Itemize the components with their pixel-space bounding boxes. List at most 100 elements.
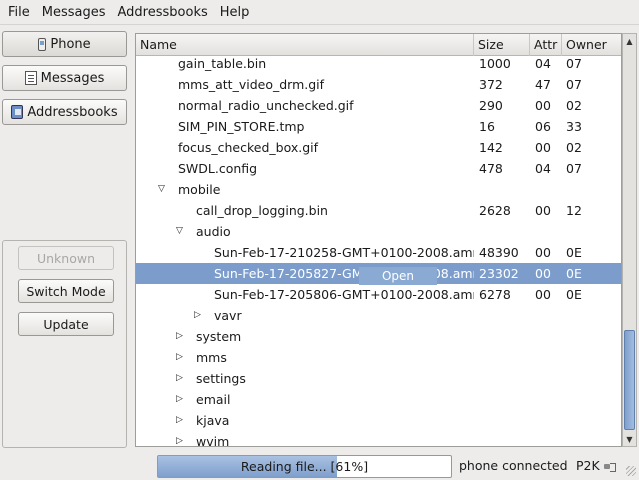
- tree-cell-name: Sun-Feb-17-210258-GMT+0100-2008.amr: [214, 245, 474, 260]
- tree-file-row[interactable]: Sun-Feb-17-210258-GMT+0100-2008.amr 48390…: [136, 242, 621, 263]
- tree-cell-attr: 04: [535, 56, 551, 71]
- tree-cell-size: 372: [479, 77, 503, 92]
- tree-cell-name: kjava: [196, 413, 230, 428]
- tree-cell-size: 1000: [479, 56, 511, 71]
- tree-cell-attr: 04: [535, 161, 551, 176]
- tree-folder-row[interactable]: ▽ audio: [136, 221, 621, 242]
- addressbook-icon: [11, 105, 24, 119]
- collapsed-arrow-icon[interactable]: ▷: [194, 305, 201, 326]
- collapsed-arrow-icon[interactable]: ▷: [176, 347, 183, 368]
- tree-cell-name: mobile: [178, 182, 221, 197]
- tree-cell-name: audio: [196, 224, 231, 239]
- read-progress-bar: Reading file... [61%]: [157, 455, 452, 478]
- tree-file-row[interactable]: gain_table.bin 1000 04 07: [136, 53, 621, 74]
- resize-grip-icon[interactable]: [626, 466, 636, 476]
- tree-cell-size: 478: [479, 161, 503, 176]
- tree-cell-name: wvim: [196, 434, 230, 447]
- tree-folder-row[interactable]: ▷ system: [136, 326, 621, 347]
- tree-cell-attr: 00: [535, 203, 551, 218]
- tree-cell-size: 48390: [479, 245, 519, 260]
- tree-cell-attr: 47: [535, 77, 551, 92]
- tree-cell-name: settings: [196, 371, 246, 386]
- tree-cell-name: vavr: [214, 308, 242, 323]
- tree-cell-size: 6278: [479, 287, 511, 302]
- messages-button[interactable]: Messages: [2, 65, 127, 91]
- phone-icon: [38, 37, 47, 51]
- collapsed-arrow-icon[interactable]: ▷: [176, 368, 183, 389]
- tree-cell-attr: 00: [535, 98, 551, 113]
- tree-cell-size: 142: [479, 140, 503, 155]
- expanded-arrow-icon[interactable]: ▽: [158, 179, 165, 200]
- collapsed-arrow-icon[interactable]: ▷: [176, 431, 183, 446]
- tree-cell-name: Sun-Feb-17-205806-GMT+0100-2008.amr: [214, 287, 474, 302]
- tree-file-row[interactable]: SWDL.config 478 04 07: [136, 158, 621, 179]
- tree-cell-owner: 0E: [566, 287, 582, 302]
- tree-folder-row[interactable]: ▷ email: [136, 389, 621, 410]
- plug-icon: [604, 461, 618, 472]
- collapsed-arrow-icon[interactable]: ▷: [176, 326, 183, 347]
- tree-cell-name: focus_checked_box.gif: [178, 140, 319, 155]
- tree-folder-row[interactable]: ▷ kjava: [136, 410, 621, 431]
- tree-folder-row[interactable]: ▷ vavr: [136, 305, 621, 326]
- tree-cell-name: SWDL.config: [178, 161, 258, 176]
- expanded-arrow-icon[interactable]: ▽: [176, 221, 183, 242]
- menu-bar: File Messages Addressbooks Help: [0, 0, 639, 25]
- tree-cell-size: 23302: [479, 266, 519, 281]
- addressbooks-button[interactable]: Addressbooks: [2, 99, 127, 125]
- tree-cell-name: mms_att_video_drm.gif: [178, 77, 325, 92]
- update-button[interactable]: Update: [18, 312, 114, 336]
- tree-folder-row[interactable]: ▷ settings: [136, 368, 621, 389]
- file-tree[interactable]: Name Size Attr Owner gain_table.bin 1000 0…: [135, 33, 622, 447]
- tree-folder-row[interactable]: ▷ wvim: [136, 431, 621, 447]
- tree-cell-owner: 07: [566, 56, 582, 71]
- scroll-down-icon[interactable]: ▼: [623, 432, 636, 446]
- unknown-button: Unknown: [18, 246, 114, 270]
- tree-folder-row[interactable]: ▷ mms: [136, 347, 621, 368]
- switch-mode-button[interactable]: Switch Mode: [18, 279, 114, 303]
- tree-cell-name: SIM_PIN_STORE.tmp: [178, 119, 305, 134]
- menu-file[interactable]: File: [2, 0, 36, 25]
- tree-cell-name: gain_table.bin: [178, 56, 267, 71]
- addressbooks-button-label: Addressbooks: [27, 104, 118, 120]
- tree-cell-attr: 00: [535, 245, 551, 260]
- tree-cell-attr: 06: [535, 119, 551, 134]
- open-popup[interactable]: Open: [359, 267, 437, 285]
- collapsed-arrow-icon[interactable]: ▷: [176, 410, 183, 431]
- tree-cell-attr: 00: [535, 287, 551, 302]
- tree-file-row[interactable]: Sun-Feb-17-205806-GMT+0100-2008.amr 6278 0…: [136, 284, 621, 305]
- mode-button-group: Unknown Switch Mode Update: [2, 240, 127, 448]
- tree-folder-row[interactable]: ▽ mobile: [136, 179, 621, 200]
- tree-cell-attr: 00: [535, 266, 551, 281]
- tree-cell-name: email: [196, 392, 231, 407]
- tree-cell-size: 290: [479, 98, 503, 113]
- tree-cell-name: call_drop_logging.bin: [196, 203, 328, 218]
- tree-scrollbar[interactable]: ▲ ▼: [622, 33, 637, 447]
- tree-cell-size: 16: [479, 119, 495, 134]
- tree-file-row[interactable]: normal_radio_unchecked.gif 290 00 02: [136, 95, 621, 116]
- menu-addressbooks[interactable]: Addressbooks: [112, 0, 214, 25]
- phone-button[interactable]: Phone: [2, 31, 127, 57]
- tree-cell-owner: 02: [566, 140, 582, 155]
- tree-file-row[interactable]: SIM_PIN_STORE.tmp 16 06 33: [136, 116, 621, 137]
- tree-file-row[interactable]: focus_checked_box.gif 142 00 02: [136, 137, 621, 158]
- tree-cell-owner: 07: [566, 161, 582, 176]
- tree-rows: gain_table.bin 1000 04 07 mms_att_video_drm.…: [136, 56, 621, 446]
- message-icon: [24, 71, 37, 85]
- collapsed-arrow-icon[interactable]: ▷: [176, 389, 183, 410]
- tree-cell-owner: 07: [566, 77, 582, 92]
- scroll-up-icon[interactable]: ▲: [623, 34, 636, 48]
- tree-cell-name: normal_radio_unchecked.gif: [178, 98, 354, 113]
- scrollbar-thumb[interactable]: [624, 330, 635, 430]
- connection-status: phone connected: [459, 458, 568, 473]
- tree-file-row[interactable]: mms_att_video_drm.gif 372 47 07: [136, 74, 621, 95]
- menu-help[interactable]: Help: [214, 0, 256, 25]
- tree-cell-owner: 0E: [566, 245, 582, 260]
- tree-cell-size: 2628: [479, 203, 511, 218]
- tree-cell-owner: 12: [566, 203, 582, 218]
- messages-button-label: Messages: [40, 70, 105, 86]
- phone-button-label: Phone: [50, 36, 91, 52]
- tree-cell-owner: 0E: [566, 266, 582, 281]
- tree-cell-owner: 33: [566, 119, 582, 134]
- menu-messages[interactable]: Messages: [36, 0, 112, 25]
- tree-file-row[interactable]: call_drop_logging.bin 2628 00 12: [136, 200, 621, 221]
